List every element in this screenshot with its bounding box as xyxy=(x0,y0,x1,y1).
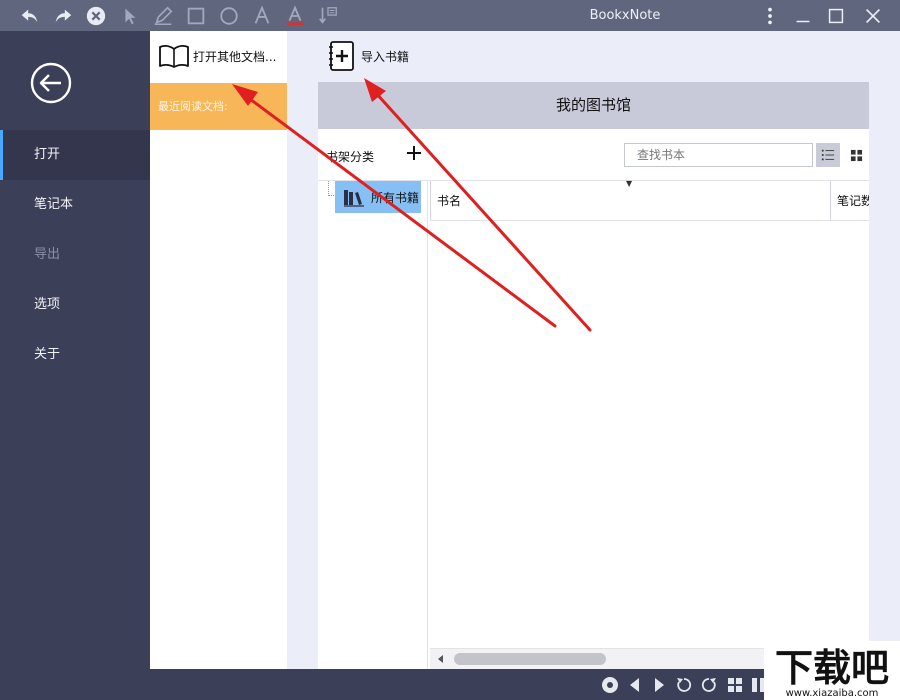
previous-icon[interactable] xyxy=(626,676,644,694)
bookshelf-icon xyxy=(344,190,364,207)
open-book-icon xyxy=(159,45,189,68)
grid-view-icon xyxy=(850,149,862,161)
book-table: 书名 笔记数 ▼ xyxy=(430,179,869,669)
close-icon[interactable] xyxy=(861,4,885,28)
pen-icon[interactable] xyxy=(151,4,175,28)
app-title: BookxNote xyxy=(589,8,661,23)
maximize-icon[interactable] xyxy=(824,4,848,28)
plus-icon xyxy=(407,146,421,160)
grid-layout-icon[interactable] xyxy=(726,676,744,694)
next-icon[interactable] xyxy=(650,676,668,694)
column-header-notes[interactable]: 笔记数 xyxy=(830,181,869,221)
nav-item-open[interactable]: 打开 xyxy=(0,130,150,180)
import-book-icon xyxy=(329,41,354,71)
rotate-left-icon[interactable] xyxy=(675,676,693,694)
left-nav: 打开 笔记本 导出 选项 关于 xyxy=(0,31,150,669)
settings-icon[interactable] xyxy=(601,676,619,694)
add-shelf-button[interactable] xyxy=(404,143,424,163)
grid-view-button[interactable] xyxy=(844,143,868,167)
text-icon[interactable] xyxy=(250,4,274,28)
scrollbar-thumb[interactable] xyxy=(454,653,606,665)
library-title: 我的图书馆 xyxy=(318,82,869,129)
rotate-right-icon[interactable] xyxy=(700,676,718,694)
library-panel: 我的图书馆 书架分类 查找书本 所有书籍 书名 笔记 ▼ xyxy=(318,82,869,669)
xiazaiba-logo: 下载吧 www.xiazaiba.com xyxy=(775,646,889,699)
back-button[interactable] xyxy=(29,61,73,105)
text-color-icon[interactable] xyxy=(283,4,307,28)
minimize-icon[interactable] xyxy=(791,4,815,28)
logo-url: www.xiazaiba.com xyxy=(786,688,879,699)
nav-item-options[interactable]: 选项 xyxy=(0,280,150,330)
tree-guide-line xyxy=(328,181,334,196)
insert-icon[interactable] xyxy=(316,4,340,28)
title-bar: BookxNote xyxy=(0,0,900,31)
circle-icon[interactable] xyxy=(217,4,241,28)
open-other-document-button[interactable]: 打开其他文档... xyxy=(158,41,276,71)
sort-indicator-icon: ▼ xyxy=(626,179,633,188)
all-books-label: 所有书籍 xyxy=(371,190,420,205)
library-area: 导入书籍 我的图书馆 书架分类 查找书本 所有书籍 书名 笔记 ▼ xyxy=(287,31,900,669)
open-other-label: 打开其他文档... xyxy=(193,49,277,64)
nav-item-about[interactable]: 关于 xyxy=(0,330,150,380)
tree-item-all-books[interactable]: 所有书籍 xyxy=(335,181,421,213)
list-view-button[interactable] xyxy=(816,143,840,167)
shelf-tree: 所有书籍 xyxy=(318,181,428,669)
rectangle-icon[interactable] xyxy=(184,4,208,28)
import-books-button[interactable]: 导入书籍 xyxy=(327,39,409,73)
scroll-left-icon[interactable] xyxy=(436,654,446,664)
nav-item-notebook[interactable]: 笔记本 xyxy=(0,180,150,230)
logo-text: 下载吧 xyxy=(775,646,889,690)
recent-documents-header[interactable]: 最近阅读文档: xyxy=(150,83,287,130)
import-books-label: 导入书籍 xyxy=(361,49,410,64)
shelf-category-label: 书架分类 xyxy=(326,150,375,164)
nav-item-export: 导出 xyxy=(34,247,61,262)
recent-panel: 打开其他文档... 最近阅读文档: xyxy=(150,31,287,669)
more-icon[interactable] xyxy=(758,4,782,28)
back-arrow-icon xyxy=(30,62,72,104)
clear-icon[interactable] xyxy=(84,4,108,28)
watermark-logo: 下载吧 www.xiazaiba.com xyxy=(764,641,900,700)
search-book-input[interactable] xyxy=(624,143,813,167)
pointer-icon[interactable] xyxy=(118,4,142,28)
undo-icon[interactable] xyxy=(18,4,42,28)
list-view-icon xyxy=(821,149,835,161)
redo-icon[interactable] xyxy=(51,4,75,28)
